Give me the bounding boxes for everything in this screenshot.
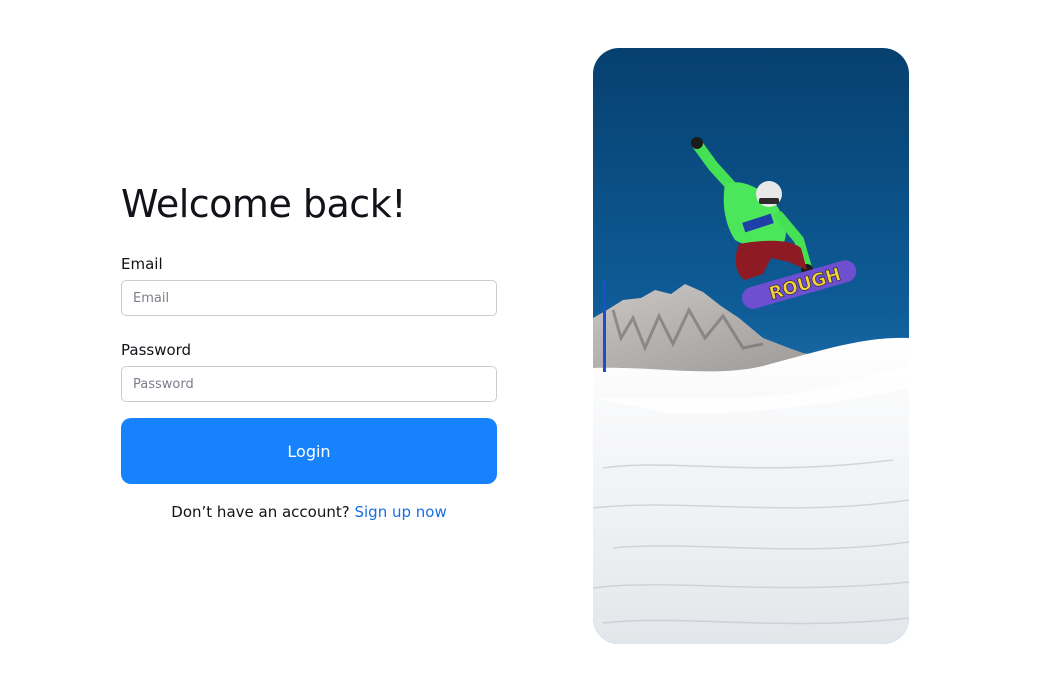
password-label: Password <box>121 341 192 359</box>
login-form: Welcome back! Email Password Login Don’t… <box>121 180 497 522</box>
hero-image: ROUGH <box>593 48 909 644</box>
snowboarder-photo: ROUGH <box>593 48 909 644</box>
email-group: Email <box>121 254 497 316</box>
page-title: Welcome back! <box>121 182 406 226</box>
email-label: Email <box>121 255 163 273</box>
signup-prompt-text: Don’t have an account? <box>171 503 350 521</box>
password-input[interactable] <box>121 366 497 402</box>
signup-prompt: Don’t have an account? Sign up now <box>121 502 497 522</box>
login-button[interactable]: Login <box>121 418 497 484</box>
email-input[interactable] <box>121 280 497 316</box>
password-group: Password <box>121 340 497 402</box>
signup-link[interactable]: Sign up now <box>354 503 446 521</box>
ski-pole <box>603 280 606 372</box>
